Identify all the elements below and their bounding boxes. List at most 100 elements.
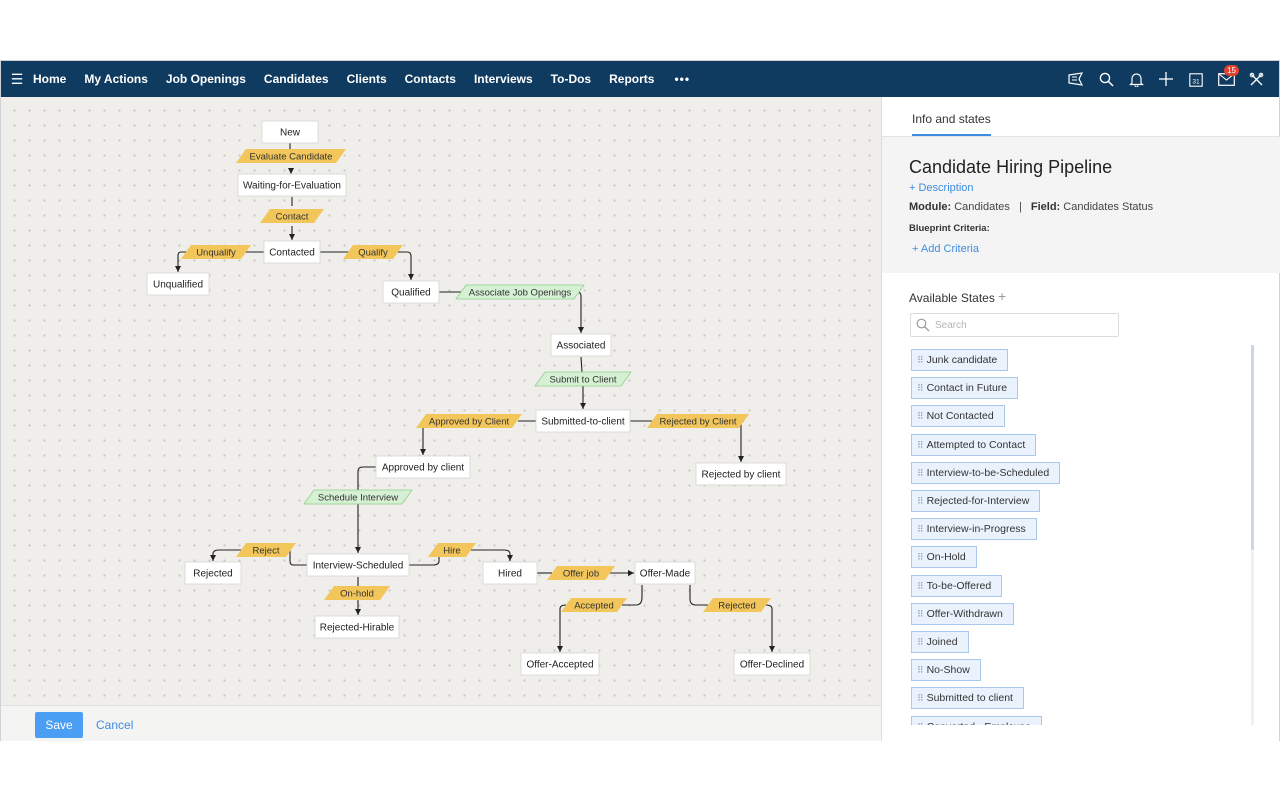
transition-schedule[interactable]: Schedule Interview [303, 489, 413, 505]
transition-contact[interactable]: Contact [260, 209, 324, 223]
drag-handle-icon[interactable]: ⠿ [917, 411, 924, 421]
available-state-chip[interactable]: ⠿ Offer-Withdrawn [911, 602, 1014, 625]
plus-icon[interactable] [1151, 61, 1181, 97]
drag-handle-icon[interactable]: ⠿ [917, 609, 924, 619]
calendar-icon[interactable]: 31 [1181, 61, 1211, 97]
mail-icon[interactable]: 15 [1211, 61, 1241, 97]
state-node-rejected-client[interactable]: Rejected by client [695, 462, 787, 486]
state-search-input[interactable] [935, 317, 1113, 333]
available-state-label: Interview-in-Progress [926, 523, 1026, 536]
search-icon[interactable] [1091, 61, 1121, 97]
state-node-qualified[interactable]: Qualified [382, 280, 440, 304]
blueprint-title: Candidate Hiring Pipeline [909, 157, 1113, 177]
nav-item-to-dos[interactable]: To-Dos [551, 72, 591, 86]
available-state-chip[interactable]: ⠿ Attempted to Contact [911, 433, 1037, 456]
drag-handle-icon[interactable]: ⠿ [917, 524, 924, 534]
transition-reject-client[interactable]: Rejected by Client [647, 414, 749, 428]
flow-connector [576, 291, 584, 333]
tab-info-and-states[interactable]: Info and states [912, 112, 991, 136]
nav-item-job-openings[interactable]: Job Openings [166, 72, 246, 86]
state-node-rejected-hirable[interactable]: Rejected-Hirable [314, 615, 400, 639]
cancel-link[interactable]: Cancel [96, 718, 133, 732]
transition-reject[interactable]: Reject [236, 543, 296, 557]
available-state-label: Rejected-for-Interview [926, 495, 1030, 507]
nav-item-clients[interactable]: Clients [347, 72, 387, 86]
state-node-offer-accepted[interactable]: Offer-Accepted [520, 652, 600, 676]
available-state-chip[interactable]: ⠿ Submitted to client [911, 687, 1024, 710]
available-state-chip[interactable]: ⠿ Contact in Future [911, 377, 1019, 400]
available-state-chip[interactable]: ⠿ No-Show [911, 659, 981, 682]
settings-tools-icon[interactable] [1241, 61, 1271, 97]
bell-icon[interactable] [1121, 61, 1151, 97]
drag-handle-icon[interactable]: ⠿ [917, 693, 924, 703]
state-node-waiting[interactable]: Waiting-for-Evaluation [237, 173, 347, 197]
state-node-offer-made[interactable]: Offer-Made [634, 561, 696, 585]
drag-handle-icon[interactable]: ⠿ [917, 383, 924, 393]
state-node-associated[interactable]: Associated [550, 333, 612, 357]
transition-approve[interactable]: Approved by Client [416, 414, 522, 428]
nav-item-contacts[interactable]: Contacts [405, 72, 456, 86]
transition-onhold[interactable]: On-hold [324, 586, 390, 600]
transition-unqualify[interactable]: Unqualify [181, 245, 251, 259]
state-label: Hired [498, 569, 522, 580]
nav-item-my-actions[interactable]: My Actions [84, 72, 148, 86]
transition-associate[interactable]: Associate Job Openings [455, 284, 585, 300]
available-state-chip[interactable]: ⠿ Junk candidate [911, 349, 1009, 371]
save-button[interactable]: Save [35, 712, 83, 738]
available-state-chip[interactable]: ⠿Converted - Employee [911, 715, 1043, 725]
state-node-offer-declined[interactable]: Offer-Declined [733, 652, 811, 676]
state-node-unqualified[interactable]: Unqualified [146, 272, 210, 296]
transition-accepted[interactable]: Accepted [561, 598, 627, 612]
available-state-label: Converted - Employee [927, 721, 1031, 725]
state-node-rejected[interactable]: Rejected [184, 561, 242, 585]
state-node-interview-scheduled[interactable]: Interview-Scheduled [306, 553, 410, 577]
state-node-new[interactable]: New [261, 120, 319, 144]
available-state-chip[interactable]: ⠿ Not Contacted [911, 405, 1005, 428]
transition-label: Reject [253, 546, 280, 557]
nav-item-home[interactable]: Home [33, 72, 66, 86]
transition-label: Contact [276, 212, 309, 223]
drag-handle-icon[interactable]: ⠿ [917, 440, 924, 450]
hamburger-menu-icon[interactable]: ☰ [1, 71, 33, 88]
drag-handle-icon[interactable]: ⠿ [917, 468, 924, 478]
available-state-chip[interactable]: ⠿ On-Hold [911, 546, 977, 569]
drag-handle-icon[interactable]: ⠿ [917, 722, 924, 725]
states-scrollbar-thumb[interactable] [1251, 345, 1254, 550]
blueprint-criteria-label: Blueprint Criteria: [909, 223, 990, 234]
add-criteria-link[interactable]: + Add Criteria [912, 243, 979, 255]
blueprint-canvas[interactable]: Evaluate Candidate Contact Unqualify Qualif… [1, 97, 881, 705]
nav-item-reports[interactable]: Reports [609, 72, 654, 86]
state-node-hired[interactable]: Hired [482, 561, 538, 585]
nav-item-interviews[interactable]: Interviews [474, 72, 533, 86]
state-label: Approved by client [382, 463, 464, 474]
transition-hire[interactable]: Hire [428, 543, 476, 557]
state-node-submitted[interactable]: Submitted-to-client [535, 409, 631, 433]
available-state-chip[interactable]: ⠿ Joined [911, 631, 969, 653]
drag-handle-icon[interactable]: ⠿ [917, 637, 924, 647]
available-state-chip[interactable]: ⠿ Interview-to-be-Scheduled [911, 461, 1061, 484]
transition-rejected-t[interactable]: Rejected [703, 598, 771, 612]
drag-handle-icon[interactable]: ⠿ [917, 552, 924, 562]
transition-label: Submit to Client [549, 375, 616, 386]
drag-handle-icon[interactable]: ⠿ [917, 355, 924, 365]
state-node-approved[interactable]: Approved by client [375, 455, 471, 479]
available-states-list: ⠿ Junk candidate ⠿ Contact in Future ⠿ Not Co… [911, 349, 1246, 725]
transition-qualify[interactable]: Qualify [343, 245, 403, 259]
transition-evaluate[interactable]: Evaluate Candidate [236, 149, 346, 163]
state-node-contacted[interactable]: Contacted [263, 240, 321, 264]
available-state-chip[interactable]: ⠿ Rejected-for-Interview [911, 490, 1041, 512]
more-menu-button[interactable]: ••• [674, 72, 690, 86]
drag-handle-icon[interactable]: ⠿ [917, 496, 924, 506]
drag-handle-icon[interactable]: ⠿ [917, 581, 924, 591]
add-description-link[interactable]: + Description [909, 182, 974, 194]
transition-offerjob[interactable]: Offer job [547, 566, 615, 580]
available-state-chip[interactable]: ⠿ To-be-Offered [911, 574, 1003, 597]
transition-submit[interactable]: Submit to Client [534, 371, 632, 387]
state-label: Submitted-to-client [541, 417, 625, 428]
add-state-icon[interactable]: + [998, 288, 1006, 304]
drag-handle-icon[interactable]: ⠿ [917, 665, 924, 675]
feeds-icon[interactable] [1061, 61, 1091, 97]
nav-item-candidates[interactable]: Candidates [264, 72, 329, 86]
blueprint-info: Candidate Hiring Pipeline + Description … [882, 137, 1280, 273]
available-state-chip[interactable]: ⠿ Interview-in-Progress [911, 518, 1037, 541]
